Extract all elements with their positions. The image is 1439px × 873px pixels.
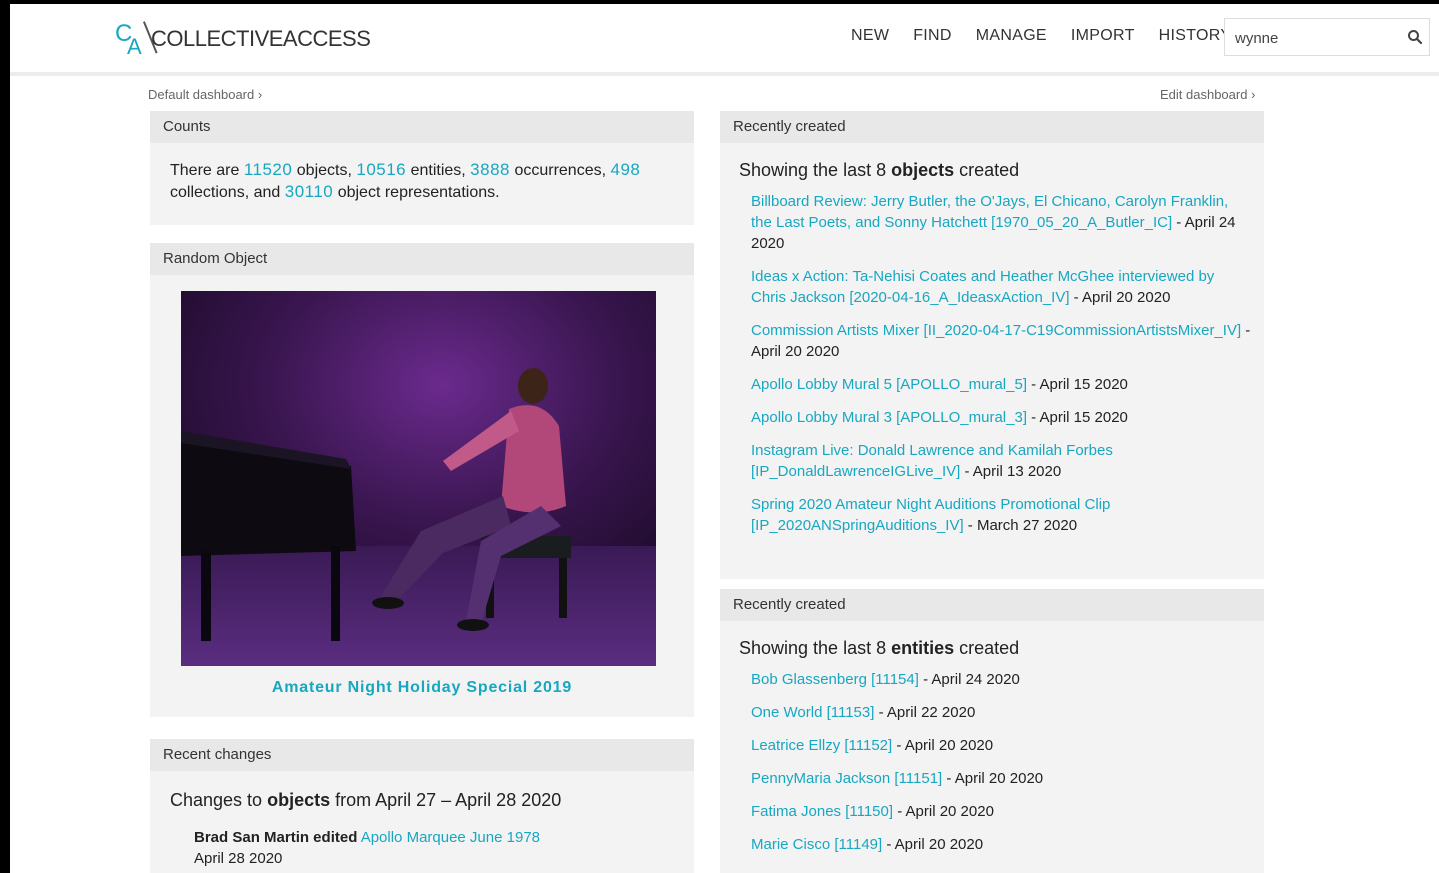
list-item: Ideas x Action: Ta-Nehisi Coates and Hea… bbox=[751, 266, 1252, 308]
recent-changes-panel: Recent changes Changes to objects from A… bbox=[150, 739, 694, 873]
entity-link[interactable]: One World [11153] bbox=[751, 704, 874, 721]
ca-logo-mark: C A bbox=[115, 20, 158, 60]
subtitle-bold: objects bbox=[267, 790, 331, 810]
list-item: Marie Cisco [11149] - April 20 2020 bbox=[751, 834, 1252, 855]
top-navigation-bar: C A COLLECTIVEACCESS NEW FIND MANAGE IMP… bbox=[10, 4, 1439, 76]
nav-import[interactable]: IMPORT bbox=[1071, 27, 1135, 45]
list-item: Spring 2020 Amateur Night Auditions Prom… bbox=[751, 494, 1252, 536]
object-link[interactable]: Apollo Lobby Mural 5 [APOLLO_mural_5] bbox=[751, 376, 1027, 393]
subtitle-text: created bbox=[954, 160, 1020, 180]
logo-wordmark: COLLECTIVEACCESS bbox=[151, 26, 371, 51]
item-date: - March 27 2020 bbox=[963, 517, 1078, 534]
recently-created-entities-panel: Recently created Showing the last 8 enti… bbox=[720, 589, 1264, 873]
change-entry: Brad San Martin edited Apollo Marquee Ju… bbox=[150, 811, 694, 869]
recent-objects-list: Billboard Review: Jerry Butler, the O'Ja… bbox=[720, 191, 1264, 536]
object-link[interactable]: Apollo Lobby Mural 3 [APOLLO_mural_3] bbox=[751, 409, 1027, 426]
list-item: One World [11153] - April 22 2020 bbox=[751, 702, 1252, 723]
list-item: Leatrice Ellzy [11152] - April 20 2020 bbox=[751, 735, 1252, 756]
nav-history[interactable]: HISTORY bbox=[1159, 27, 1232, 45]
entity-link[interactable]: Marie Cisco [11149] bbox=[751, 836, 882, 853]
subtitle-text: Showing the last 8 bbox=[739, 638, 892, 658]
quick-search-box bbox=[1224, 18, 1430, 56]
change-object-link[interactable]: Apollo Marquee June 1978 bbox=[361, 829, 540, 846]
item-date: - April 20 2020 bbox=[942, 770, 1044, 787]
entities-count-link[interactable]: 10516 bbox=[356, 160, 406, 179]
item-date: - April 20 2020 bbox=[893, 803, 994, 820]
list-item: Apollo Lobby Mural 3 [APOLLO_mural_3] - … bbox=[751, 407, 1252, 428]
occurrences-count-link[interactable]: 3888 bbox=[470, 160, 510, 179]
entity-link[interactable]: Bob Glassenberg [11154] bbox=[751, 671, 919, 688]
nav-find[interactable]: FIND bbox=[913, 27, 952, 45]
item-date: - April 22 2020 bbox=[874, 704, 976, 721]
recently-created-entities-title: Recently created bbox=[720, 589, 1264, 621]
list-item: Fatima Jones [11150] - April 20 2020 bbox=[751, 801, 1252, 822]
counts-panel-title: Counts bbox=[150, 111, 694, 143]
list-item: Instagram Live: Donald Lawrence and Kami… bbox=[751, 440, 1252, 482]
list-item: PennyMaria Jackson [11151] - April 20 20… bbox=[751, 768, 1252, 789]
app-window: C A COLLECTIVEACCESS NEW FIND MANAGE IMP… bbox=[10, 4, 1439, 873]
entity-link[interactable]: Fatima Jones [11150] bbox=[751, 803, 893, 820]
counts-panel: Counts There are 11520 objects, 10516 en… bbox=[150, 111, 694, 225]
counts-text-part: objects, bbox=[292, 162, 357, 179]
logo-letter-a: A bbox=[127, 34, 142, 59]
item-date: - April 20 2020 bbox=[1069, 289, 1171, 306]
list-item: Bob Glassenberg [11154] - April 24 2020 bbox=[751, 669, 1252, 690]
performer-at-piano-photo bbox=[181, 291, 656, 666]
counts-text-part: occurrences, bbox=[510, 162, 611, 179]
main-nav: NEW FIND MANAGE IMPORT HISTORY bbox=[851, 27, 1255, 45]
random-object-panel: Random Object Amateur Night Holiday Spec… bbox=[150, 243, 694, 717]
recent-changes-title: Recent changes bbox=[150, 739, 694, 771]
counts-text: There are 11520 objects, 10516 entities,… bbox=[150, 143, 694, 203]
recent-entities-list: Bob Glassenberg [11154] - April 24 2020 … bbox=[720, 669, 1264, 855]
random-object-title: Random Object bbox=[150, 243, 694, 275]
subtitle-text: created bbox=[954, 638, 1020, 658]
counts-text-part: There are bbox=[170, 162, 244, 179]
list-item: Commission Artists Mixer [II_2020-04-17-… bbox=[751, 320, 1252, 362]
search-icon[interactable] bbox=[1407, 29, 1423, 45]
item-date: - April 20 2020 bbox=[882, 836, 984, 853]
recently-created-objects-subtitle: Showing the last 8 objects created bbox=[720, 143, 1264, 191]
random-object-caption-link[interactable]: Amateur Night Holiday Special 2019 bbox=[150, 679, 694, 697]
counts-text-part: collections, and bbox=[170, 184, 285, 201]
default-dashboard-link[interactable]: Default dashboard › bbox=[148, 87, 262, 102]
objects-count-link[interactable]: 11520 bbox=[244, 160, 293, 179]
search-input[interactable] bbox=[1233, 27, 1397, 49]
object-link[interactable]: Billboard Review: Jerry Butler, the O'Ja… bbox=[751, 193, 1228, 231]
item-date: - April 20 2020 bbox=[892, 737, 994, 754]
entity-link[interactable]: PennyMaria Jackson [11151] bbox=[751, 770, 942, 787]
subtitle-text: from April 27 – April 28 2020 bbox=[330, 790, 562, 810]
item-date: - April 24 2020 bbox=[918, 671, 1020, 688]
object-link[interactable]: Commission Artists Mixer [II_2020-04-17-… bbox=[751, 322, 1241, 339]
edit-dashboard-link[interactable]: Edit dashboard › bbox=[1160, 87, 1255, 102]
subtitle-text: Changes to bbox=[170, 790, 268, 810]
list-item: Apollo Lobby Mural 5 [APOLLO_mural_5] - … bbox=[751, 374, 1252, 395]
representations-count-link[interactable]: 30110 bbox=[285, 182, 334, 201]
change-user: Brad San Martin edited bbox=[194, 829, 358, 846]
counts-text-part: entities, bbox=[406, 162, 471, 179]
collections-count-link[interactable]: 498 bbox=[610, 160, 640, 179]
subtitle-bold: objects bbox=[891, 160, 955, 180]
item-date: - April 15 2020 bbox=[1026, 409, 1128, 426]
item-date: - April 15 2020 bbox=[1026, 376, 1128, 393]
recently-created-objects-panel: Recently created Showing the last 8 obje… bbox=[720, 111, 1264, 579]
subtitle-bold: entities bbox=[891, 638, 955, 658]
recently-created-entities-subtitle: Showing the last 8 entities created bbox=[720, 621, 1264, 669]
subtitle-text: Showing the last 8 bbox=[739, 160, 892, 180]
nav-new[interactable]: NEW bbox=[851, 27, 889, 45]
item-date: - April 13 2020 bbox=[960, 463, 1062, 480]
entity-link[interactable]: Leatrice Ellzy [11152] bbox=[751, 737, 892, 754]
counts-text-part: object representations. bbox=[333, 184, 500, 201]
recently-created-objects-title: Recently created bbox=[720, 111, 1264, 143]
random-object-image[interactable] bbox=[181, 291, 656, 666]
change-date: April 28 2020 bbox=[194, 850, 283, 867]
list-item: Billboard Review: Jerry Butler, the O'Ja… bbox=[751, 191, 1252, 254]
recent-changes-subtitle: Changes to objects from April 27 – April… bbox=[150, 771, 694, 811]
nav-manage[interactable]: MANAGE bbox=[976, 27, 1047, 45]
